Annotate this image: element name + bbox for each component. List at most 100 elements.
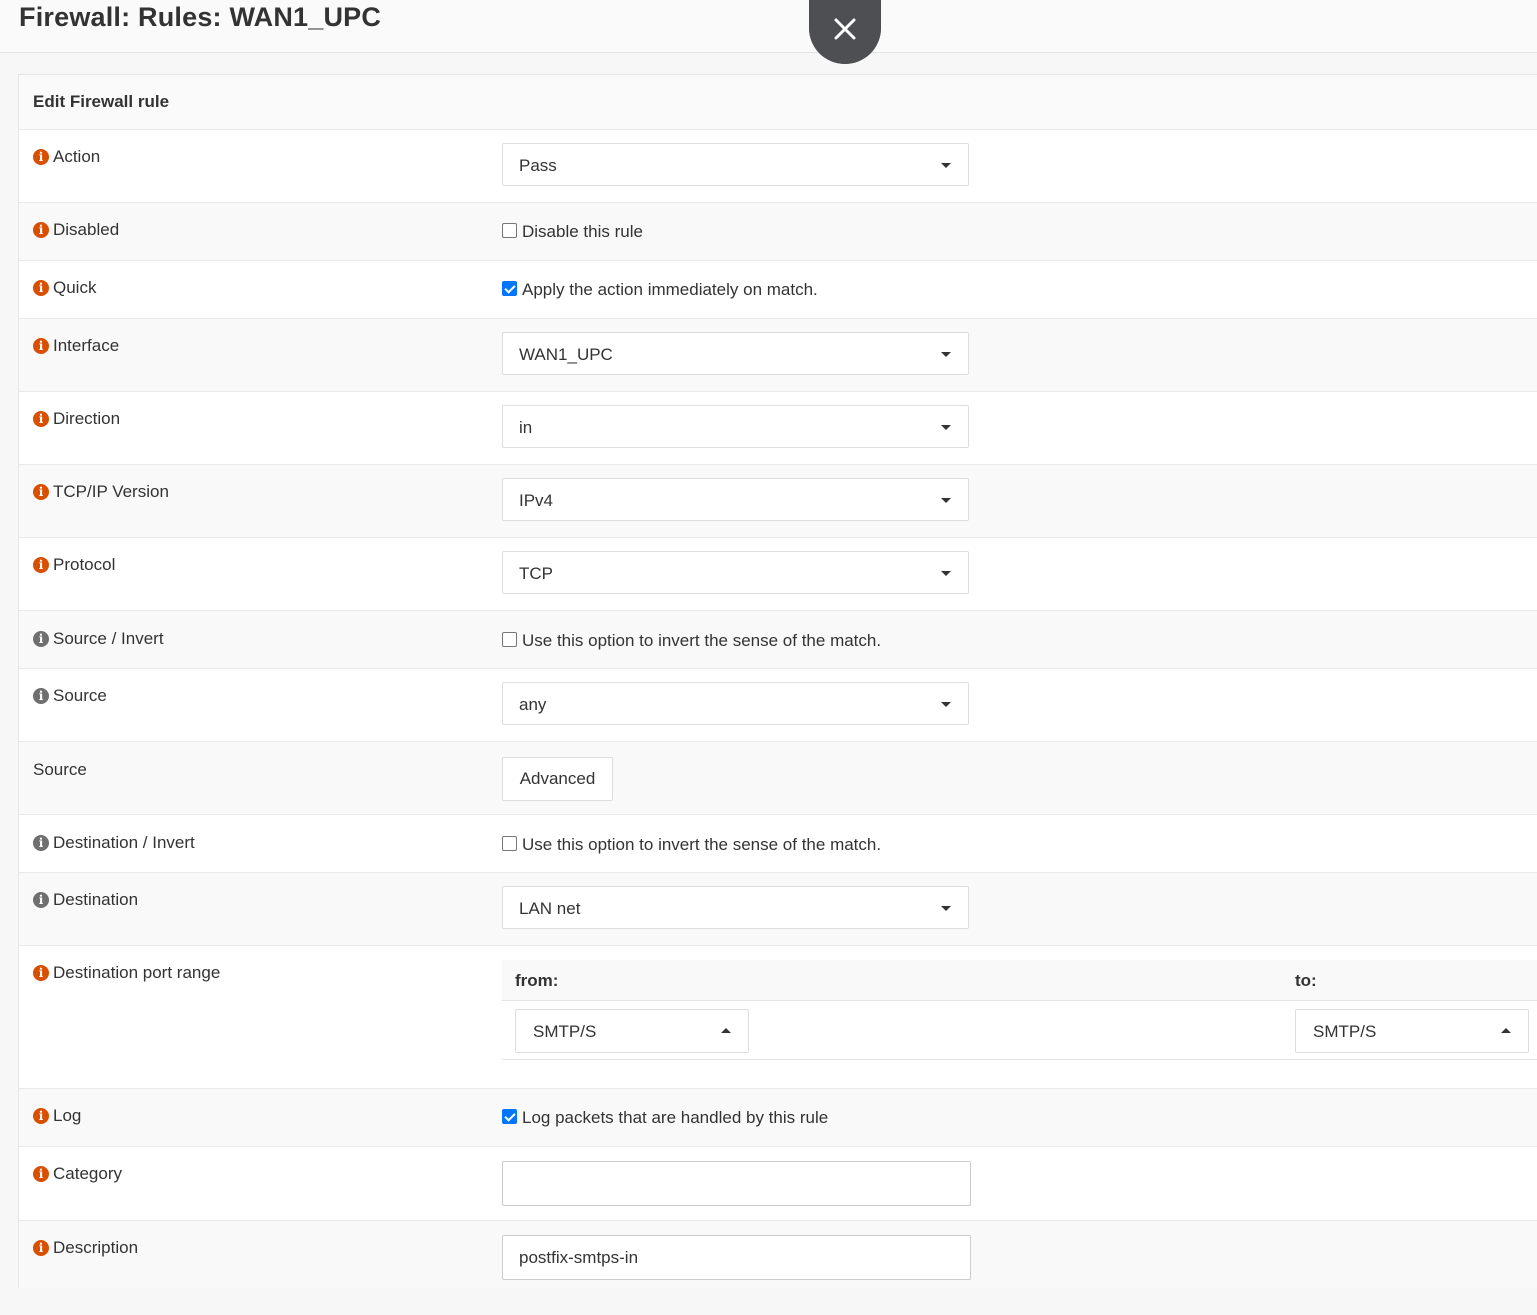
- category-input[interactable]: [502, 1161, 971, 1206]
- close-icon: [834, 18, 856, 40]
- info-icon[interactable]: i: [33, 411, 49, 427]
- info-icon[interactable]: i: [33, 688, 49, 704]
- to-port-select[interactable]: SMTP/S: [1295, 1009, 1529, 1053]
- protocol-value: TCP: [519, 564, 553, 583]
- info-icon[interactable]: i: [33, 222, 49, 238]
- row-ip-version: i TCP/IP Version IPv4: [19, 465, 1537, 538]
- source-invert-checkbox-group: Use this option to invert the sense of t…: [502, 631, 881, 651]
- row-disabled: i Disabled Disable this rule: [19, 203, 1537, 261]
- info-icon[interactable]: i: [33, 1166, 49, 1182]
- caret-up-icon: [721, 1028, 731, 1033]
- source-invert-checkbox[interactable]: [502, 632, 517, 647]
- destination-invert-checkbox-label: Use this option to invert the sense of t…: [522, 835, 882, 854]
- row-category: i Category: [19, 1147, 1537, 1221]
- quick-checkbox-label: Apply the action immediately on match.: [522, 280, 818, 299]
- log-checkbox-group: Log packets that are handled by this rul…: [502, 1108, 828, 1128]
- row-dest-port-range: i Destination port range from: to: SMTP/S…: [19, 946, 1537, 1089]
- from-port-value: SMTP/S: [533, 1022, 597, 1041]
- info-icon[interactable]: i: [33, 892, 49, 908]
- row-log: i Log Log packets that are handled by thi…: [19, 1089, 1537, 1147]
- row-source-invert: i Source / Invert Use this option to inve…: [19, 611, 1537, 669]
- row-description: i Description postfix-smtps-in: [19, 1221, 1537, 1289]
- info-icon[interactable]: i: [33, 149, 49, 165]
- ip-version-value: IPv4: [519, 491, 554, 510]
- source-invert-label: i Source / Invert: [33, 629, 164, 649]
- caret-down-icon: [941, 702, 951, 707]
- info-icon[interactable]: i: [33, 338, 49, 354]
- quick-checkbox-group: Apply the action immediately on match.: [502, 280, 818, 300]
- ip-version-label: i TCP/IP Version: [33, 482, 169, 502]
- description-input[interactable]: postfix-smtps-in: [502, 1235, 971, 1280]
- source-invert-checkbox-label: Use this option to invert the sense of t…: [522, 631, 882, 650]
- direction-value: in: [519, 418, 533, 437]
- destination-invert-label: i Destination / Invert: [33, 833, 195, 853]
- disabled-checkbox[interactable]: [502, 223, 517, 238]
- direction-label: i Direction: [33, 409, 120, 429]
- info-icon[interactable]: i: [33, 835, 49, 851]
- description-label: i Description: [33, 1238, 138, 1258]
- action-value: Pass: [519, 156, 557, 175]
- caret-down-icon: [941, 163, 951, 168]
- interface-value: WAN1_UPC: [519, 345, 613, 364]
- row-action: i Action Pass: [19, 130, 1537, 203]
- from-label: from:: [515, 971, 559, 990]
- caret-down-icon: [941, 425, 951, 430]
- row-source: i Source any: [19, 669, 1537, 742]
- port-range-header: from: to:: [502, 960, 1537, 1001]
- protocol-label: i Protocol: [33, 555, 115, 575]
- log-checkbox[interactable]: [502, 1109, 517, 1124]
- disabled-checkbox-label: Disable this rule: [522, 222, 643, 241]
- action-select[interactable]: Pass: [502, 143, 969, 186]
- row-source-advanced: Source Advanced: [19, 742, 1537, 815]
- info-icon[interactable]: i: [33, 280, 49, 296]
- interface-select[interactable]: WAN1_UPC: [502, 332, 969, 375]
- panel-header: Edit Firewall rule: [19, 75, 1537, 130]
- interface-label: i Interface: [33, 336, 119, 356]
- info-icon[interactable]: i: [33, 484, 49, 500]
- destination-select[interactable]: LAN net: [502, 886, 969, 929]
- destination-invert-checkbox[interactable]: [502, 836, 517, 851]
- disabled-label: i Disabled: [33, 220, 119, 240]
- description-value: postfix-smtps-in: [519, 1248, 639, 1267]
- quick-checkbox[interactable]: [502, 281, 517, 296]
- ip-version-select[interactable]: IPv4: [502, 478, 969, 521]
- caret-down-icon: [941, 498, 951, 503]
- page-title: Firewall: Rules: WAN1_UPC: [19, 2, 382, 32]
- info-icon[interactable]: i: [33, 1108, 49, 1124]
- disabled-checkbox-group: Disable this rule: [502, 222, 643, 242]
- source-label: i Source: [33, 686, 107, 706]
- advanced-button[interactable]: Advanced: [502, 757, 613, 801]
- info-icon[interactable]: i: [33, 557, 49, 573]
- source-advanced-label: Source: [33, 760, 87, 779]
- to-label: to:: [1295, 971, 1317, 990]
- direction-select[interactable]: in: [502, 405, 969, 448]
- row-interface: i Interface WAN1_UPC: [19, 319, 1537, 392]
- caret-up-icon: [1501, 1028, 1511, 1033]
- row-protocol: i Protocol TCP: [19, 538, 1537, 611]
- row-destination-invert: i Destination / Invert Use this option to…: [19, 815, 1537, 873]
- source-value: any: [519, 695, 547, 714]
- info-icon[interactable]: i: [33, 965, 49, 981]
- quick-label: i Quick: [33, 278, 96, 298]
- source-select[interactable]: any: [502, 682, 969, 725]
- protocol-select[interactable]: TCP: [502, 551, 969, 594]
- from-port-select[interactable]: SMTP/S: [515, 1009, 749, 1053]
- row-destination: i Destination LAN net: [19, 873, 1537, 946]
- log-checkbox-label: Log packets that are handled by this rul…: [522, 1108, 829, 1127]
- caret-down-icon: [941, 906, 951, 911]
- info-icon[interactable]: i: [33, 631, 49, 647]
- port-range-table: from: to: SMTP/S SMTP/S: [502, 960, 1537, 1076]
- page-footer: [0, 1288, 1537, 1315]
- category-label: i Category: [33, 1164, 122, 1184]
- panel-title: Edit Firewall rule: [33, 92, 170, 111]
- page-header: Firewall: Rules: WAN1_UPC: [0, 0, 1537, 53]
- log-label: i Log: [33, 1106, 81, 1126]
- caret-down-icon: [941, 571, 951, 576]
- port-range-body: SMTP/S SMTP/S: [502, 1001, 1537, 1060]
- destination-label: i Destination: [33, 890, 138, 910]
- close-button[interactable]: [809, 0, 881, 64]
- action-label: i Action: [33, 147, 100, 167]
- destination-value: LAN net: [519, 899, 581, 918]
- row-direction: i Direction in: [19, 392, 1537, 465]
- info-icon[interactable]: i: [33, 1240, 49, 1256]
